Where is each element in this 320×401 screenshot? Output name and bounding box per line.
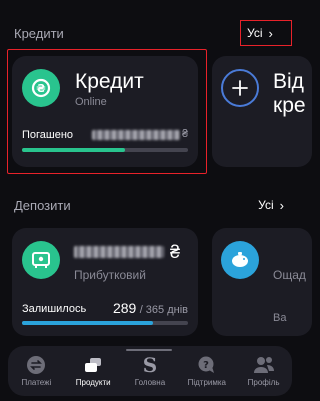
nav-item-support[interactable]: ? Підтримка	[180, 355, 234, 387]
credits-section-title: Кредити	[14, 26, 64, 41]
transfer-icon	[26, 355, 46, 375]
open-credit-title: Від кре	[273, 70, 306, 117]
deposit-card[interactable]: ₴ Прибутковий Залишилось 289 / 365 днів	[12, 228, 198, 336]
deposit-amount-hidden	[74, 246, 164, 258]
hryvnia-coin-icon: ₴	[22, 69, 60, 107]
credits-all-label: Усі	[247, 26, 263, 40]
chevron-right-icon: ›	[279, 197, 284, 213]
home-s-icon: S	[142, 353, 158, 377]
bottom-nav: Платежі Продукти S Головна ? Підтримка П…	[8, 346, 292, 396]
safe-icon	[22, 241, 60, 279]
open-credit-card[interactable]: Від кре	[212, 56, 312, 167]
savings-card[interactable]: Ощад Ва	[212, 228, 312, 336]
credit-card-subtitle: Online	[75, 96, 107, 108]
credit-card-title: Кредит	[75, 70, 144, 93]
deposit-days-done: 289	[112, 300, 137, 316]
plus-icon	[221, 69, 259, 107]
deposit-currency: ₴	[170, 242, 181, 262]
deposit-card-subtitle: Прибутковий	[74, 268, 146, 282]
credit-currency: ₴	[182, 128, 189, 140]
products-icon	[83, 355, 103, 375]
nav-active-indicator	[126, 349, 172, 351]
savings-card-subtitle: Ощад	[273, 268, 306, 282]
nav-item-products[interactable]: Продукти	[66, 355, 120, 387]
credit-repaid-label: Погашено	[22, 129, 74, 141]
deposits-section-title: Депозити	[14, 198, 71, 213]
svg-text:?: ?	[203, 360, 209, 371]
svg-text:₴: ₴	[36, 82, 45, 95]
credits-all-button[interactable]: Усі ›	[240, 20, 292, 46]
credit-amount-hidden	[92, 130, 180, 140]
chevron-right-icon: ›	[268, 25, 273, 41]
nav-item-profile[interactable]: Профіль	[237, 355, 291, 387]
deposit-progress-track	[22, 321, 188, 325]
deposits-all-label: Усі	[258, 198, 274, 212]
savings-card-meta: Ва	[273, 312, 287, 324]
deposit-days-total: / 365 днів	[139, 304, 188, 316]
support-icon: ?	[197, 355, 217, 375]
nav-item-home[interactable]: S Головна	[123, 353, 177, 387]
credit-progress-track	[22, 148, 188, 152]
deposit-progress-fill	[22, 321, 154, 325]
credit-progress-fill	[22, 148, 125, 152]
profile-icon	[253, 355, 275, 375]
credit-card[interactable]: ₴ Кредит Online Погашено ₴	[12, 56, 198, 167]
nav-item-payments[interactable]: Платежі	[9, 355, 63, 387]
deposit-days: 289 / 365 днів	[113, 300, 188, 316]
piggy-bank-icon	[221, 241, 259, 279]
deposits-all-button[interactable]: Усі ›	[252, 192, 290, 218]
deposit-remaining-label: Залишилось	[22, 303, 87, 315]
